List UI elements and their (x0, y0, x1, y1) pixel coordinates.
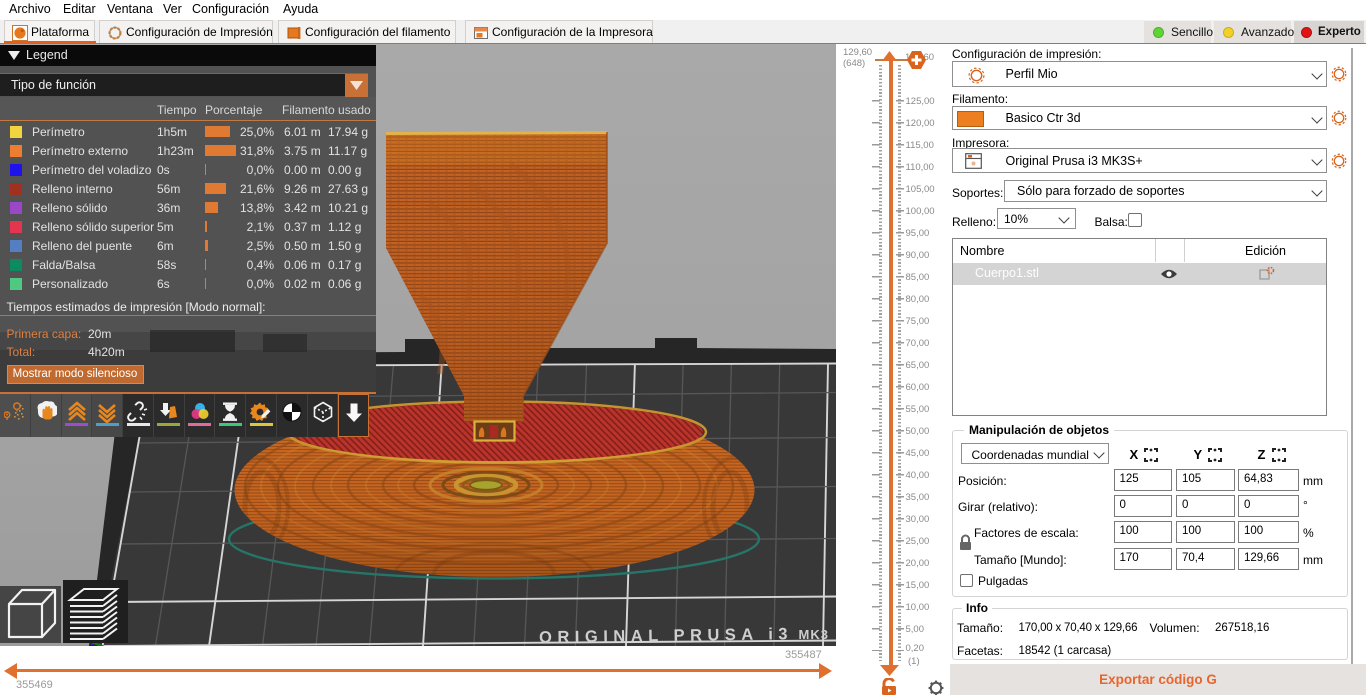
svg-text:MK3: MK3 (799, 627, 829, 642)
svg-text:ORIGINAL PRUSA i3: ORIGINAL PRUSA i3 (539, 625, 793, 647)
